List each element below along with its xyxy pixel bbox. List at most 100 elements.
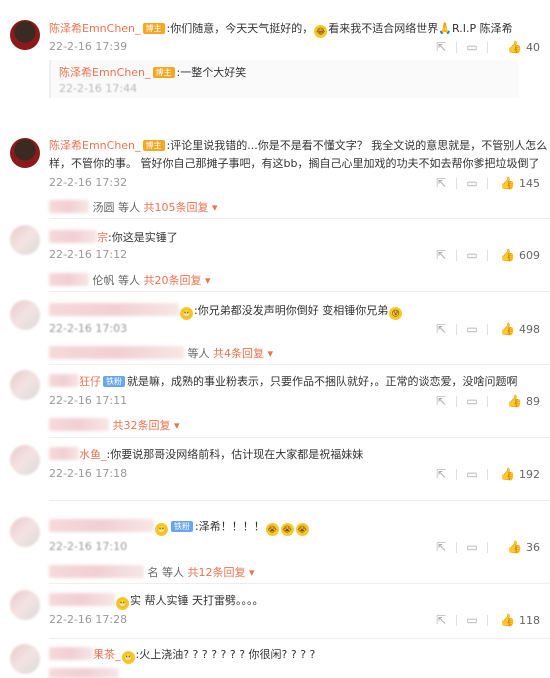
blogger-badge: 博主 <box>142 140 165 151</box>
replies-count: 共20条回复 <box>143 274 202 287</box>
blurred-username <box>49 230 97 243</box>
comment-icon[interactable]: ▭ <box>457 540 487 554</box>
comment-icon[interactable]: ▭ <box>457 322 487 336</box>
share-icon[interactable]: ⇱ <box>426 322 456 336</box>
like-count: 118 <box>519 613 540 627</box>
like-count: 36 <box>526 540 540 554</box>
like-icon: 👍 <box>507 394 522 408</box>
avatar[interactable] <box>10 20 40 50</box>
replies-row: 等人 共4条回复 ▾ <box>49 345 273 361</box>
comment-icon[interactable]: ▭ <box>457 40 487 54</box>
like-count: 40 <box>526 40 540 54</box>
emoji-icon: 😬 <box>180 307 193 320</box>
like-button[interactable]: 👍 609 <box>488 248 540 262</box>
blurred-avatars <box>49 418 109 431</box>
emoji-icon: 😬 <box>155 523 168 536</box>
like-count: 192 <box>519 467 540 481</box>
replies-row: 共32条回复 ▾ <box>49 417 180 433</box>
comment-time: 22-2-16 17:03 <box>49 322 128 335</box>
comment-text: :评论里说我错的...你是不是看不懂文字？ 我全文说的意思就是，不管别人怎么 <box>166 139 548 152</box>
like-icon: 👍 <box>507 540 522 554</box>
share-icon[interactable]: ⇱ <box>426 248 456 262</box>
blurred-username <box>49 593 115 606</box>
blurred-avatars <box>49 273 89 286</box>
like-button[interactable]: 👍 192 <box>488 467 540 481</box>
blurred-avatars <box>49 346 184 359</box>
blurred-time <box>49 668 119 678</box>
like-button[interactable]: 👍 40 <box>488 40 540 54</box>
replies-prefix: 伦帆 等人 <box>92 274 141 287</box>
avatar[interactable] <box>10 644 40 674</box>
view-replies-link[interactable]: 共105条回复 ▾ <box>144 201 218 214</box>
avatar[interactable] <box>10 225 40 255</box>
divider <box>49 638 550 639</box>
share-icon[interactable]: ⇱ <box>426 40 456 54</box>
like-icon: 👍 <box>500 613 515 627</box>
comment-username[interactable]: 宗 <box>97 231 108 244</box>
avatar[interactable] <box>10 445 40 475</box>
comment-icon[interactable]: ▭ <box>457 394 487 408</box>
comment-username[interactable]: 果茶_ <box>93 648 121 661</box>
avatar[interactable] <box>10 300 40 330</box>
share-icon[interactable]: ⇱ <box>426 394 456 408</box>
comment-username[interactable]: 狂仔 <box>79 375 101 388</box>
comment-username[interactable]: 陈泽希EmnChen_ <box>49 139 141 152</box>
like-icon: 👍 <box>500 176 515 190</box>
sub-reply-time: 22-2-16 17:44 <box>59 82 138 95</box>
comment-icon[interactable]: ▭ <box>457 613 487 627</box>
blurred-username <box>49 374 79 387</box>
chevron-down-icon: ▾ <box>174 419 180 432</box>
replies-prefix: 名 等人 <box>147 566 185 579</box>
like-icon: 👍 <box>500 467 515 481</box>
like-button[interactable]: 👍 118 <box>488 613 540 627</box>
comment-icon[interactable]: ▭ <box>457 248 487 262</box>
comment-text-line2: 样，不管你的事。 管好你自己那摊子事吧，有这bb，搁自己心里加戏的功夫不如去帮你… <box>49 157 540 170</box>
share-icon[interactable]: ⇱ <box>426 540 456 554</box>
like-button[interactable]: 👍 145 <box>488 176 540 190</box>
share-icon[interactable]: ⇱ <box>426 613 456 627</box>
comment-time: 22-2-16 17:28 <box>49 613 128 626</box>
avatar[interactable] <box>10 517 40 547</box>
comment-icon[interactable]: ▭ <box>457 467 487 481</box>
replies-row: 名 等人 共12条回复 ▾ <box>49 564 255 580</box>
divider <box>49 218 550 219</box>
like-button[interactable]: 👍 498 <box>488 322 540 336</box>
chevron-down-icon: ▾ <box>212 201 218 214</box>
comment-text-3: R.I.P 陈泽希 <box>451 22 513 35</box>
like-button[interactable]: 👍 89 <box>488 394 540 408</box>
comment-text-2: 看来我不适合网络世界 <box>328 22 439 35</box>
sub-reply-username[interactable]: 陈泽希EmnChen_ <box>59 66 151 79</box>
blogger-badge: 博主 <box>142 23 165 34</box>
comment-username[interactable]: 陈泽希EmnChen_ <box>49 22 141 35</box>
like-icon: 👍 <box>500 248 515 262</box>
like-count: 145 <box>519 176 540 190</box>
chevron-down-icon: ▾ <box>267 347 274 360</box>
sub-reply-text: :一整个大好笑 <box>176 66 247 79</box>
like-count: 89 <box>526 394 540 408</box>
like-icon: 👍 <box>500 322 515 336</box>
avatar[interactable] <box>10 138 40 168</box>
comment-text: 就是嘛，成熟的事业粉表示，只要作品不捆队就好，。正常的谈恋爱，没啥问题啊 <box>127 375 518 388</box>
view-replies-link[interactable]: 共12条回复 ▾ <box>188 566 255 579</box>
sub-reply: 陈泽希EmnChen_ 博主:一整个大好笑 22-2-16 17:44 <box>49 60 519 98</box>
view-replies-link[interactable]: 共4条回复 ▾ <box>213 347 273 360</box>
fan-badge: 铁粉 <box>103 376 125 387</box>
avatar[interactable] <box>10 370 40 400</box>
share-icon[interactable]: ⇱ <box>426 176 456 190</box>
share-icon[interactable]: ⇱ <box>426 467 456 481</box>
comment-time: 22-2-16 17:18 <box>49 467 128 480</box>
divider <box>49 583 550 584</box>
view-replies-link[interactable]: 共32条回复 ▾ <box>113 419 180 432</box>
replies-count: 共32条回复 <box>112 419 171 432</box>
comment-text: :你们随意，今天天气挺好的， <box>166 22 314 35</box>
replies-row: 伦帆 等人 共20条回复 ▾ <box>49 272 211 288</box>
view-replies-link[interactable]: 共20条回复 ▾ <box>144 274 211 287</box>
avatar[interactable] <box>10 590 40 620</box>
replies-prefix: 等人 <box>187 347 210 360</box>
comment-username[interactable]: 水鱼_ <box>79 448 107 461</box>
like-button[interactable]: 👍 36 <box>488 540 540 554</box>
comment-icon[interactable]: ▭ <box>457 176 487 190</box>
replies-row: 汤圆 等人 共105条回复 ▾ <box>49 199 218 215</box>
comment-time: 22-2-16 17:12 <box>49 248 128 261</box>
comment-text: 实 帮人实锤 天打雷劈。。。。 <box>130 594 264 607</box>
